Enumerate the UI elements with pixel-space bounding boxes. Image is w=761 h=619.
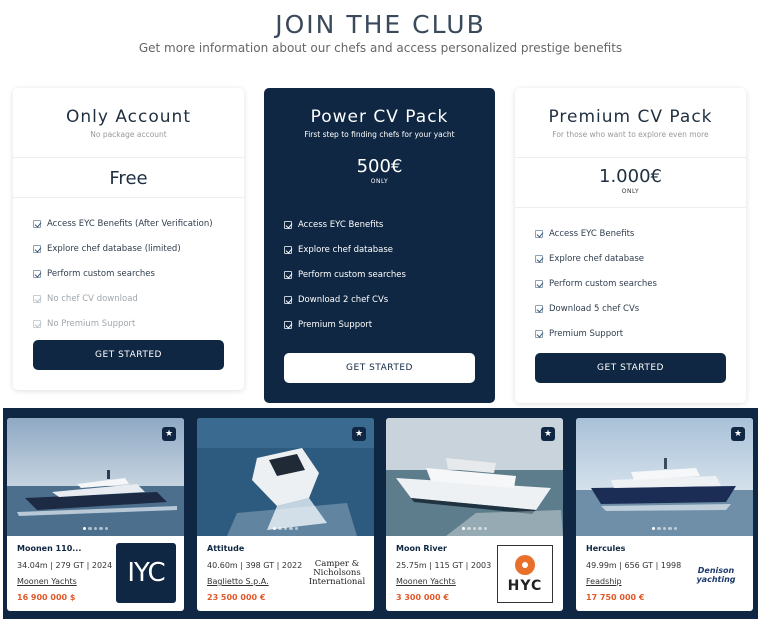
star-icon[interactable]: ★ bbox=[162, 427, 176, 441]
feature-list: Access EYC Benefits Explore chef databas… bbox=[515, 221, 746, 346]
yacht-card[interactable]: ★ Attitude 40.60m | 398 GT | 2022 Baglie… bbox=[197, 418, 374, 611]
checkbox-icon bbox=[284, 270, 292, 279]
plan-card-only-account: Only Account No package account Free Acc… bbox=[13, 88, 244, 390]
yacht-specs: 49.99m | 656 GT | 1998 bbox=[586, 561, 682, 570]
price-only-label: ONLY bbox=[370, 178, 389, 185]
feature-item: Perform custom searches bbox=[33, 261, 244, 286]
feature-item-disabled: No Premium Support bbox=[33, 311, 244, 336]
checkbox-icon bbox=[284, 295, 292, 304]
feature-item-disabled: No chef CV download bbox=[33, 286, 244, 311]
feature-item: Premium Support bbox=[535, 321, 746, 346]
feature-list: Access EYC Benefits (After Verification)… bbox=[13, 211, 244, 336]
plan-description: First step to finding chefs for your yac… bbox=[304, 130, 455, 139]
feature-item: Access EYC Benefits bbox=[535, 221, 746, 246]
checkbox-icon bbox=[535, 254, 543, 263]
checkbox-icon bbox=[535, 304, 543, 313]
yacht-specs: 34.04m | 279 GT | 2024 bbox=[17, 561, 113, 570]
yacht-name[interactable]: Attitude bbox=[207, 544, 244, 553]
broker-logo-hyc: HYC bbox=[497, 545, 553, 603]
feature-item: Download 5 chef CVs bbox=[535, 296, 746, 321]
feature-item: Explore chef database bbox=[535, 246, 746, 271]
star-icon[interactable]: ★ bbox=[541, 427, 555, 441]
hyc-circle-icon bbox=[515, 554, 535, 575]
plan-name: Only Account bbox=[66, 107, 191, 127]
divider bbox=[13, 157, 244, 158]
feature-list: Access EYC Benefits Explore chef databas… bbox=[264, 212, 495, 337]
broker-logo-iyc: IYC bbox=[116, 543, 176, 603]
plan-card-power-cv-pack: Power CV Pack First step to finding chef… bbox=[264, 88, 495, 403]
checkbox-icon bbox=[284, 245, 292, 254]
yacht-specs: 25.75m | 115 GT | 2003 bbox=[396, 561, 492, 570]
get-started-button[interactable]: GET STARTED bbox=[284, 353, 475, 383]
yacht-price: 23 500 000 € bbox=[207, 593, 266, 602]
checkbox-icon bbox=[33, 244, 41, 253]
checkbox-icon bbox=[33, 269, 41, 278]
star-icon[interactable]: ★ bbox=[731, 427, 745, 441]
yacht-card[interactable]: ★ Hercules 49.99m | 656 GT | 1998 Feadsh… bbox=[576, 418, 753, 611]
plan-name: Power CV Pack bbox=[310, 107, 449, 127]
checkbox-icon bbox=[535, 229, 543, 238]
plan-description: No package account bbox=[90, 130, 167, 139]
carousel-dots bbox=[197, 526, 374, 530]
yacht-builder-link[interactable]: Moonen Yachts bbox=[396, 577, 456, 586]
checkbox-icon bbox=[284, 320, 292, 329]
yacht-name[interactable]: Moon River bbox=[396, 544, 447, 553]
carousel-dots bbox=[7, 526, 184, 530]
yacht-name[interactable]: Hercules bbox=[586, 544, 625, 553]
yacht-photo[interactable]: ★ bbox=[576, 418, 753, 536]
plan-price: Free bbox=[109, 168, 148, 189]
feature-item: Access EYC Benefits (After Verification) bbox=[33, 211, 244, 236]
yacht-price: 16 900 000 $ bbox=[17, 593, 76, 602]
hero-subtitle: Get more information about our chefs and… bbox=[138, 41, 623, 55]
checkbox-icon bbox=[33, 319, 41, 328]
checkbox-icon bbox=[33, 219, 41, 228]
divider bbox=[13, 197, 244, 198]
yacht-photo[interactable]: ★ bbox=[197, 418, 374, 536]
plan-card-premium-cv-pack: Premium CV Pack For those who want to ex… bbox=[515, 88, 746, 403]
yacht-builder-link[interactable]: Moonen Yachts bbox=[17, 577, 77, 586]
feature-item: Premium Support bbox=[284, 312, 495, 337]
checkbox-icon bbox=[284, 220, 292, 229]
feature-item: Access EYC Benefits bbox=[284, 212, 495, 237]
yacht-specs: 40.60m | 398 GT | 2022 bbox=[207, 561, 303, 570]
feature-item: Perform custom searches bbox=[535, 271, 746, 296]
feature-item: Explore chef database (limited) bbox=[33, 236, 244, 261]
yacht-builder-link[interactable]: Baglietto S.p.A. bbox=[207, 577, 269, 586]
checkbox-icon bbox=[33, 294, 41, 303]
feature-item: Download 2 chef CVs bbox=[284, 287, 495, 312]
carousel-dots bbox=[386, 526, 563, 530]
hero-title: JOIN THE CLUB bbox=[275, 10, 486, 39]
yacht-price: 17 750 000 € bbox=[586, 593, 645, 602]
yacht-card[interactable]: ★ Moonen 110... 34.04m | 279 GT | 2024 M… bbox=[7, 418, 184, 611]
checkbox-icon bbox=[535, 329, 543, 338]
plan-name: Premium CV Pack bbox=[548, 107, 713, 127]
yacht-price: 3 300 000 € bbox=[396, 593, 449, 602]
price-only-label: ONLY bbox=[621, 188, 640, 195]
broker-logo-denison: Denison yachting bbox=[696, 566, 736, 584]
get-started-button[interactable]: GET STARTED bbox=[33, 340, 224, 370]
checkbox-icon bbox=[535, 279, 543, 288]
divider bbox=[515, 207, 746, 208]
plan-price: 1.000€ bbox=[599, 166, 662, 187]
feature-item: Explore chef database bbox=[284, 237, 495, 262]
yacht-photo[interactable]: ★ bbox=[7, 418, 184, 536]
carousel-dots bbox=[576, 526, 753, 530]
get-started-button[interactable]: GET STARTED bbox=[535, 353, 726, 383]
star-icon[interactable]: ★ bbox=[352, 427, 366, 441]
yacht-name[interactable]: Moonen 110... bbox=[17, 544, 81, 553]
yacht-builder-link[interactable]: Feadship bbox=[586, 577, 622, 586]
feature-item: Perform custom searches bbox=[284, 262, 495, 287]
plan-description: For those who want to explore even more bbox=[552, 130, 709, 139]
yacht-photo[interactable]: ★ bbox=[386, 418, 563, 536]
divider bbox=[515, 157, 746, 158]
yacht-card[interactable]: ★ Moon River 25.75m | 115 GT | 2003 Moon… bbox=[386, 418, 563, 611]
plan-price: 500€ bbox=[356, 156, 403, 177]
broker-logo-camper-nicholsons: Camper & Nicholsons International bbox=[308, 559, 366, 587]
